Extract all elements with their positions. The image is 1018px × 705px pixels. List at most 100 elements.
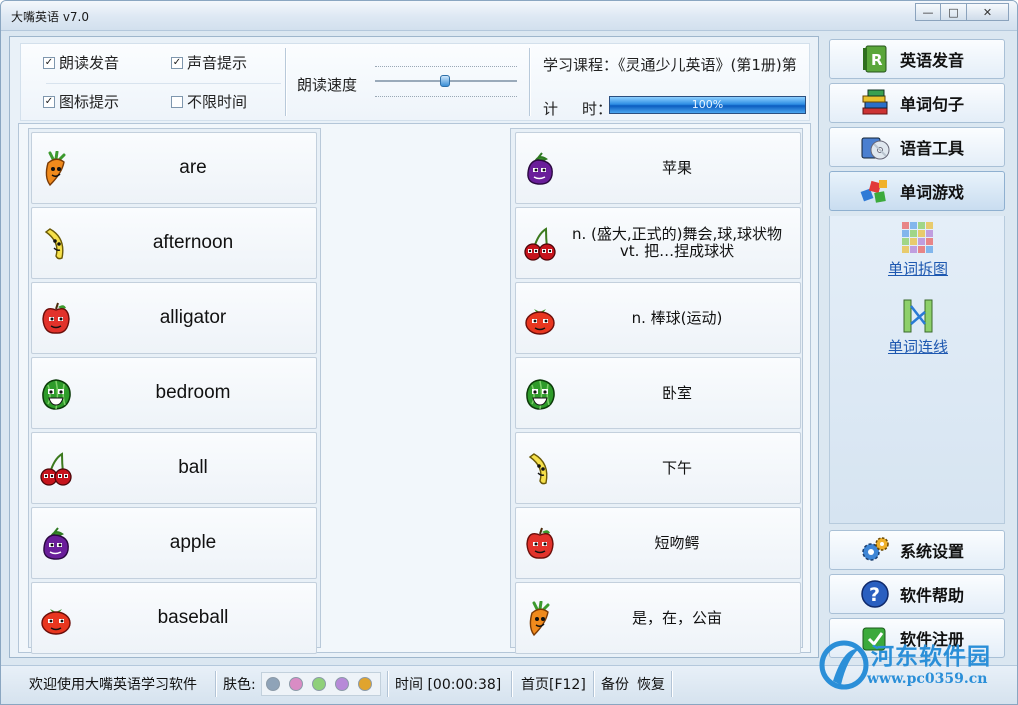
meaning-card-text: 卧室 bbox=[661, 383, 692, 402]
meaning-card-text: 下午 bbox=[661, 458, 692, 477]
home-link[interactable]: 首页[F12] bbox=[521, 674, 586, 694]
separator bbox=[387, 671, 389, 697]
watermelon-icon bbox=[524, 376, 556, 412]
separator bbox=[215, 671, 217, 697]
book-r-icon: R bbox=[860, 44, 890, 74]
meaning-card[interactable]: 是，在，公亩 bbox=[515, 582, 801, 654]
icon-hint-checkbox[interactable]: ✓ 图标提示 bbox=[43, 91, 119, 112]
speed-label: 朗读速度 bbox=[297, 76, 358, 94]
word-game-subpanel: 单词拆图 单词连线 bbox=[829, 216, 1005, 524]
sidebar-button[interactable]: 系统设置 bbox=[829, 530, 1005, 570]
sidebar-button[interactable]: R 英语发音 bbox=[829, 39, 1005, 79]
window-title: 大嘴英语 v7.0 bbox=[11, 10, 90, 24]
carrot-icon bbox=[40, 150, 72, 187]
tomato-icon bbox=[524, 301, 556, 337]
game-board: are afternoon alligator bedroom ball apple bas… bbox=[18, 123, 811, 654]
close-button[interactable]: ✕ bbox=[967, 3, 1009, 21]
sidebar-button[interactable]: 语音工具 bbox=[829, 127, 1005, 167]
skin-color-swatch[interactable] bbox=[266, 677, 280, 691]
meaning-card[interactable]: 短吻鳄 bbox=[515, 507, 801, 579]
word-card[interactable]: ball bbox=[31, 432, 317, 504]
meaning-card-text: n. (盛大,正式的)舞会,球,球状物 vt. 把…捏成球状 bbox=[571, 225, 783, 260]
unlimited-time-checkbox[interactable]: 不限时间 bbox=[171, 91, 247, 112]
separator bbox=[285, 48, 287, 116]
word-card[interactable]: are bbox=[31, 132, 317, 204]
checkbox-box[interactable]: ✓ bbox=[43, 56, 55, 69]
slider-thumb[interactable] bbox=[440, 75, 450, 87]
eggplant-icon bbox=[524, 151, 556, 187]
carrot-icon bbox=[524, 600, 556, 637]
skin-color-swatch[interactable] bbox=[358, 677, 372, 691]
skin-color-swatch[interactable] bbox=[312, 677, 326, 691]
cherry-icon bbox=[40, 451, 72, 487]
skin-color-swatch[interactable] bbox=[289, 677, 303, 691]
sidebar-button-label: 单词游戏 bbox=[900, 183, 965, 202]
word-card[interactable]: apple bbox=[31, 507, 317, 579]
eggplant-icon bbox=[40, 526, 72, 562]
course-info: 学习课程：《灵通少儿英语》(第1册)第 bbox=[543, 56, 797, 74]
checkbox-box[interactable]: ✓ bbox=[43, 95, 55, 108]
game-link[interactable]: 单词拆图 bbox=[830, 220, 1006, 279]
sidebar-button[interactable]: ? 软件帮助 bbox=[829, 574, 1005, 614]
checkbox-box[interactable]: ✓ bbox=[171, 56, 183, 69]
checkbox-box[interactable] bbox=[171, 95, 183, 108]
read-sound-checkbox[interactable]: ✓ 朗读发音 bbox=[43, 52, 119, 73]
game-link[interactable]: 单词连线 bbox=[830, 298, 1006, 357]
tomato-icon bbox=[40, 601, 72, 637]
game-link-label[interactable]: 单词拆图 bbox=[830, 258, 1006, 279]
sidebar-button-label: 软件帮助 bbox=[900, 586, 965, 605]
sidebar: 单词拆图 单词连线 R 英语发音 单词句子 语音工具 单词游戏 系统设置? 软件帮助 软件注册 bbox=[827, 36, 1007, 658]
separator bbox=[529, 48, 531, 116]
help-icon: ? bbox=[860, 579, 890, 609]
skin-color-swatch[interactable] bbox=[335, 677, 349, 691]
meaning-card[interactable]: 下午 bbox=[515, 432, 801, 504]
word-card-text: are bbox=[179, 157, 207, 178]
sound-hint-label: 声音提示 bbox=[187, 54, 248, 72]
meaning-card[interactable]: n. (盛大,正式的)舞会,球,球状物 vt. 把…捏成球状 bbox=[515, 207, 801, 279]
icon-hint-label: 图标提示 bbox=[59, 93, 120, 111]
meaning-card-text: 苹果 bbox=[661, 158, 692, 177]
word-card-text: alligator bbox=[159, 307, 227, 328]
maximize-button[interactable]: □ bbox=[941, 3, 967, 21]
word-card[interactable]: afternoon bbox=[31, 207, 317, 279]
sidebar-button[interactable]: 单词句子 bbox=[829, 83, 1005, 123]
meaning-card[interactable]: 卧室 bbox=[515, 357, 801, 429]
sidebar-button[interactable]: 单词游戏 bbox=[829, 171, 1005, 211]
speed-slider[interactable] bbox=[375, 60, 521, 104]
meaning-card[interactable]: n. 棒球(运动) bbox=[515, 282, 801, 354]
sidebar-button-label: 系统设置 bbox=[900, 542, 965, 561]
puzzle-grid-icon bbox=[898, 220, 938, 256]
word-card[interactable]: baseball bbox=[31, 582, 317, 654]
restore-link[interactable]: 恢复 bbox=[637, 674, 665, 694]
word-card-text: baseball bbox=[157, 607, 229, 628]
meaning-card[interactable]: 苹果 bbox=[515, 132, 801, 204]
cherry-icon bbox=[524, 226, 556, 262]
maximize-icon: □ bbox=[948, 5, 959, 19]
gears-icon bbox=[860, 535, 890, 565]
watermark-url: www.pc0359.cn bbox=[867, 671, 988, 687]
svg-text:R: R bbox=[871, 51, 883, 69]
backup-link[interactable]: 备份 bbox=[601, 674, 629, 694]
title-bar[interactable]: 大嘴英语 v7.0 — □ ✕ bbox=[1, 1, 1017, 31]
word-card[interactable]: bedroom bbox=[31, 357, 317, 429]
svg-text:?: ? bbox=[869, 584, 880, 606]
welcome-text: 欢迎使用大嘴英语学习软件 bbox=[29, 677, 197, 693]
word-card-text: ball bbox=[178, 457, 208, 478]
progress-text: 100% bbox=[691, 98, 724, 111]
meaning-card-text: 短吻鳄 bbox=[654, 533, 700, 552]
timer-progress-bar: 100% bbox=[609, 96, 806, 114]
separator bbox=[593, 671, 595, 697]
watermelon-icon bbox=[40, 376, 72, 412]
english-word-column: are afternoon alligator bedroom ball apple bas… bbox=[28, 128, 321, 654]
apple-icon bbox=[40, 301, 72, 337]
cd-tools-icon bbox=[860, 132, 890, 162]
word-card-text: bedroom bbox=[155, 382, 231, 403]
sound-hint-checkbox[interactable]: ✓ 声音提示 bbox=[171, 52, 247, 73]
banana-icon bbox=[524, 451, 556, 487]
slider-ticks bbox=[375, 96, 517, 97]
minimize-button[interactable]: — bbox=[915, 3, 941, 21]
skin-color-picker bbox=[261, 672, 381, 696]
game-link-label[interactable]: 单词连线 bbox=[830, 336, 1006, 357]
word-card[interactable]: alligator bbox=[31, 282, 317, 354]
banana-icon bbox=[40, 226, 72, 262]
